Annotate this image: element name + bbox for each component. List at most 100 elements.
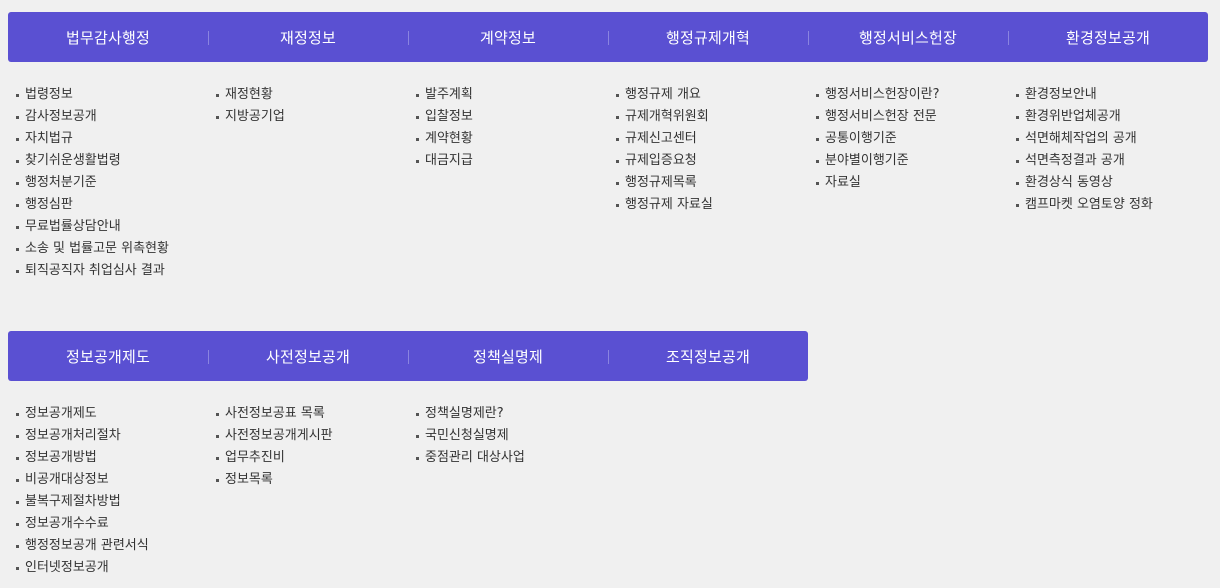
submenu-item[interactable]: 자치법규 — [16, 128, 208, 150]
submenu-item[interactable]: 행정서비스헌장 전문 — [816, 106, 1008, 128]
submenu-item[interactable]: 공통이행기준 — [816, 128, 1008, 150]
submenu-item-label: 캠프마켓 오염토양 정화 — [1025, 197, 1153, 212]
bullet-icon — [16, 434, 19, 438]
submenu-item[interactable]: 정보목록 — [216, 469, 408, 491]
submenu-item-label: 공통이행기준 — [825, 131, 897, 146]
bullet-icon — [16, 478, 19, 482]
tab-organization-info[interactable]: 조직정보공개 — [608, 331, 808, 381]
submenu-item-label: 행정서비스헌장이란? — [825, 87, 940, 102]
bullet-icon — [216, 115, 219, 119]
submenu-item[interactable]: 규제개혁위원회 — [616, 106, 808, 128]
submenu-item-label: 국민신청실명제 — [425, 428, 509, 443]
submenu-item[interactable]: 정보공개수수료 — [16, 513, 208, 535]
submenu-item-label: 자치법규 — [25, 131, 73, 146]
submenu-item-label: 석면해체작업의 공개 — [1025, 131, 1137, 146]
submenu-item[interactable]: 무료법률상담안내 — [16, 216, 208, 238]
submenu-item[interactable]: 캠프마켓 오염토양 정화 — [1016, 194, 1208, 216]
submenu-item[interactable]: 환경위반업체공개 — [1016, 106, 1208, 128]
submenu-item-label: 중점관리 대상사업 — [425, 450, 525, 465]
submenu-item-label: 대금지급 — [425, 153, 473, 168]
submenu-item-label: 업무추진비 — [225, 450, 285, 465]
submenu-item[interactable]: 소송 및 법률고문 위촉현황 — [16, 238, 208, 260]
submenu-item[interactable]: 퇴직공직자 취업심사 결과 — [16, 260, 208, 282]
submenu-item-label: 정보목록 — [225, 472, 273, 487]
tab-contract[interactable]: 계약정보 — [408, 12, 608, 62]
submenu-item-label: 규제신고센터 — [625, 131, 697, 146]
submenu-item-label: 정보공개방법 — [25, 450, 97, 465]
submenu-item-label: 정보공개제도 — [25, 406, 97, 421]
submenu-item[interactable]: 석면측정결과 공개 — [1016, 150, 1208, 172]
submenu-item[interactable]: 사전정보공표 목록 — [216, 403, 408, 425]
submenu-item[interactable]: 자료실 — [816, 172, 1008, 194]
category-bar: 법무감사행정 재정정보 계약정보 행정규제개혁 행정서비스헌장 환경정보공개 — [8, 12, 1208, 62]
submenu-item-label: 행정규제목록 — [625, 175, 697, 190]
submenu-item[interactable]: 정보공개제도 — [16, 403, 208, 425]
submenu-item[interactable]: 입찰정보 — [416, 106, 608, 128]
submenu-item[interactable]: 정보공개방법 — [16, 447, 208, 469]
tab-legal-audit[interactable]: 법무감사행정 — [8, 12, 208, 62]
bullet-icon — [816, 93, 819, 97]
bullet-icon — [1016, 115, 1019, 119]
category-bar: 정보공개제도 사전정보공개 정책실명제 조직정보공개 — [8, 331, 808, 381]
menu-section-1: 법무감사행정 재정정보 계약정보 행정규제개혁 행정서비스헌장 환경정보공개 법… — [8, 12, 1208, 282]
tab-regulation-reform[interactable]: 행정규제개혁 — [608, 12, 808, 62]
submenu-item[interactable]: 비공개대상정보 — [16, 469, 208, 491]
submenu-item[interactable]: 규제입증요청 — [616, 150, 808, 172]
submenu-item[interactable]: 행정서비스헌장이란? — [816, 84, 1008, 106]
submenu-item[interactable]: 법령정보 — [16, 84, 208, 106]
tab-info-disclosure[interactable]: 정보공개제도 — [8, 331, 208, 381]
submenu-item[interactable]: 재정현황 — [216, 84, 408, 106]
submenu-item[interactable]: 감사정보공개 — [16, 106, 208, 128]
submenu-item-label: 환경상식 동영상 — [1025, 175, 1113, 190]
submenu-item[interactable]: 행정규제 개요 — [616, 84, 808, 106]
tab-service-charter[interactable]: 행정서비스헌장 — [808, 12, 1008, 62]
submenu-item[interactable]: 인터넷정보공개 — [16, 557, 208, 579]
submenu-item[interactable]: 환경상식 동영상 — [1016, 172, 1208, 194]
submenu-item[interactable]: 발주계획 — [416, 84, 608, 106]
submenu-item-label: 행정처분기준 — [25, 175, 97, 190]
submenu-item[interactable]: 업무추진비 — [216, 447, 408, 469]
submenu-finance: 재정현황지방공기업 — [208, 84, 408, 282]
submenu-item[interactable]: 중점관리 대상사업 — [416, 447, 608, 469]
submenu-item[interactable]: 환경정보안내 — [1016, 84, 1208, 106]
submenu-item-label: 사전정보공개게시판 — [225, 428, 333, 443]
submenu-item[interactable]: 행정정보공개 관련서식 — [16, 535, 208, 557]
tab-finance[interactable]: 재정정보 — [208, 12, 408, 62]
submenu-item[interactable]: 찾기쉬운생활법령 — [16, 150, 208, 172]
submenu-item[interactable]: 대금지급 — [416, 150, 608, 172]
submenu-item-label: 퇴직공직자 취업심사 결과 — [25, 263, 165, 278]
bullet-icon — [416, 115, 419, 119]
bullet-icon — [616, 159, 619, 163]
submenu-item[interactable]: 석면해체작업의 공개 — [1016, 128, 1208, 150]
bullet-icon — [1016, 93, 1019, 97]
submenu-item[interactable]: 정책실명제란? — [416, 403, 608, 425]
submenu-item-label: 재정현황 — [225, 87, 273, 102]
bullet-icon — [616, 115, 619, 119]
submenu-item[interactable]: 불복구제절차방법 — [16, 491, 208, 513]
bullet-icon — [1016, 137, 1019, 141]
submenu-item[interactable]: 행정규제 자료실 — [616, 194, 808, 216]
submenu-item-label: 분야별이행기준 — [825, 153, 909, 168]
submenu-item[interactable]: 국민신청실명제 — [416, 425, 608, 447]
bullet-icon — [16, 522, 19, 526]
submenu-item-label: 사전정보공표 목록 — [225, 406, 325, 421]
tab-environment[interactable]: 환경정보공개 — [1008, 12, 1208, 62]
submenu-item-label: 행정심판 — [25, 197, 73, 212]
submenu-item[interactable]: 행정심판 — [16, 194, 208, 216]
submenu-item[interactable]: 행정규제목록 — [616, 172, 808, 194]
submenu-item[interactable]: 규제신고센터 — [616, 128, 808, 150]
submenu-item-label: 환경위반업체공개 — [1025, 109, 1121, 124]
submenu-item[interactable]: 행정처분기준 — [16, 172, 208, 194]
submenu-item[interactable]: 계약현황 — [416, 128, 608, 150]
submenu-item[interactable]: 지방공기업 — [216, 106, 408, 128]
submenu-item[interactable]: 정보공개처리절차 — [16, 425, 208, 447]
submenu-item-label: 발주계획 — [425, 87, 473, 102]
bullet-icon — [16, 137, 19, 141]
tab-pre-disclosure[interactable]: 사전정보공개 — [208, 331, 408, 381]
submenu-item[interactable]: 분야별이행기준 — [816, 150, 1008, 172]
tab-policy-real-name[interactable]: 정책실명제 — [408, 331, 608, 381]
bullet-icon — [216, 93, 219, 97]
submenu-item[interactable]: 사전정보공개게시판 — [216, 425, 408, 447]
bullet-icon — [1016, 203, 1019, 207]
submenu-item-label: 무료법률상담안내 — [25, 219, 121, 234]
